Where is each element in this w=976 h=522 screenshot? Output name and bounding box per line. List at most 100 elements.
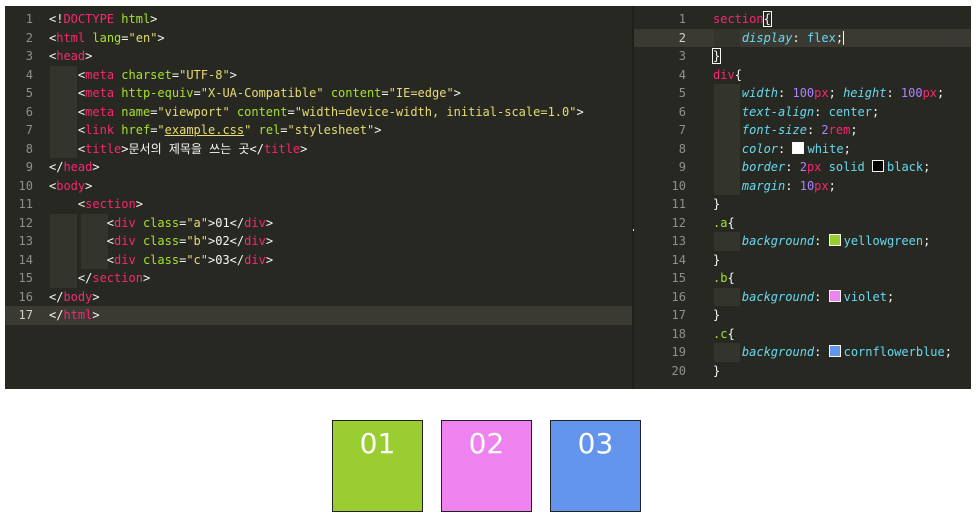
css-code-line-text[interactable]: .b{ xyxy=(713,269,735,288)
html-code-line-text[interactable]: <section> xyxy=(49,195,143,214)
css-code-line-text[interactable]: border: 2px solid black; xyxy=(713,158,930,177)
html-code-line-text[interactable]: <div class="b">02</div> xyxy=(49,232,273,251)
css-code-line[interactable]: 20} xyxy=(634,362,971,381)
line-number: 2 xyxy=(678,30,686,45)
css-code-line[interactable]: 6 text-align: center; xyxy=(634,102,971,122)
css-code-line[interactable]: 3} xyxy=(634,47,971,66)
html-code-line[interactable]: 6 <meta name="viewport" content="width=d… xyxy=(5,102,632,122)
preview-box-b-label: 02 xyxy=(468,427,505,460)
html-code-line[interactable]: 4 <meta charset="UTF-8"> xyxy=(5,65,632,85)
html-code-line-text[interactable]: <link href="example.css" rel="stylesheet… xyxy=(49,121,382,140)
html-code-line[interactable]: 12 <div class="a">01</div> xyxy=(5,213,632,233)
line-number: 3 xyxy=(25,49,33,63)
line-number: 11 xyxy=(671,197,686,211)
css-code-line-text[interactable]: } xyxy=(711,47,722,66)
html-code-line[interactable]: 5 <meta http-equiv="X-UA-Compatible" con… xyxy=(5,84,632,103)
css-code-line[interactable]: 15 .b{ xyxy=(634,269,971,288)
html-code-line[interactable]: 1 <!DOCTYPE html> xyxy=(5,10,632,29)
css-code-line-text[interactable]: text-align: center; xyxy=(713,103,879,122)
css-code-line[interactable]: 11} xyxy=(634,195,971,214)
css-code-line-text[interactable]: margin: 10px; xyxy=(713,177,836,196)
html-code-line-text[interactable]: <meta name="viewport" content="width=dev… xyxy=(49,103,584,122)
css-code-line-text[interactable]: .c{ xyxy=(713,325,735,344)
html-editor-pane[interactable]: 1 <!DOCTYPE html> 2 <html lang="en"> 3 <head>… xyxy=(5,6,632,389)
line-number: 16 xyxy=(18,289,33,304)
html-code-line-text[interactable]: </section> xyxy=(49,269,150,288)
html-code-line[interactable]: 2 <html lang="en"> xyxy=(5,29,632,48)
css-code-line[interactable]: 8 color: white; xyxy=(634,139,971,159)
line-number: 9 xyxy=(25,160,33,174)
html-code-line[interactable]: 7 <link href="example.css" rel="styleshe… xyxy=(5,121,632,140)
css-code-line-text[interactable]: font-size: 2rem; xyxy=(713,121,858,140)
preview-box-c: 03 xyxy=(550,420,641,512)
css-code-line[interactable]: 1 section{ xyxy=(634,10,971,29)
css-code-lines[interactable]: 1 section{2 display: flex; 3} 4 div{5 width:… xyxy=(634,10,971,380)
css-code-line[interactable]: 14} xyxy=(634,251,971,270)
line-number: 15 xyxy=(671,271,686,285)
html-code-line-text[interactable]: <html lang="en"> xyxy=(49,29,165,48)
line-number: 3 xyxy=(678,49,686,63)
css-code-line[interactable]: 18 .c{ xyxy=(634,325,971,344)
css-code-line-text[interactable]: width: 100px; height: 100px; xyxy=(713,84,944,103)
html-code-line[interactable]: 16 </body> xyxy=(5,288,632,307)
html-code-line-text[interactable]: <!DOCTYPE html> xyxy=(49,10,157,29)
css-code-line-text[interactable]: div{ xyxy=(713,66,742,85)
css-code-line[interactable]: 5 width: 100px; height: 100px; xyxy=(634,84,971,103)
css-code-line-text[interactable]: } xyxy=(713,362,720,381)
html-code-line-text[interactable]: <meta charset="UTF-8"> xyxy=(49,66,237,85)
html-code-line-text[interactable]: </head> xyxy=(49,158,100,177)
html-code-line-text[interactable]: <title>문서의 제목을 쓰는 곳</title> xyxy=(49,140,307,159)
html-code-line[interactable]: 3 <head> xyxy=(5,47,632,66)
html-code-lines[interactable]: 1 <!DOCTYPE html> 2 <html lang="en"> 3 <head>… xyxy=(5,10,632,325)
line-number: 10 xyxy=(18,178,33,193)
html-code-line[interactable]: 15 </section> xyxy=(5,269,632,288)
css-code-line[interactable]: 7 font-size: 2rem; xyxy=(634,121,971,140)
css-code-line-text[interactable]: .a{ xyxy=(713,214,735,233)
line-number: 12 xyxy=(671,215,686,230)
css-code-line-text[interactable]: color: white; xyxy=(713,140,851,159)
line-number: 14 xyxy=(671,252,686,267)
line-number: 17 xyxy=(18,308,33,322)
css-code-line[interactable]: 17} xyxy=(634,306,971,325)
html-code-line-text[interactable]: <div class="c">03</div> xyxy=(49,251,273,270)
css-code-line[interactable]: 9 border: 2px solid black; xyxy=(634,158,971,177)
html-code-line[interactable]: 10 <body> xyxy=(5,177,632,196)
css-code-line-text[interactable]: } xyxy=(713,251,720,270)
line-number: 1 xyxy=(25,12,33,26)
css-code-line-text[interactable]: section{ xyxy=(713,10,772,29)
html-code-line-text[interactable]: </html> xyxy=(49,306,100,325)
line-number: 8 xyxy=(25,141,33,156)
line-number: 4 xyxy=(678,67,686,82)
css-code-line[interactable]: 4 div{ xyxy=(634,66,971,85)
css-code-line[interactable]: 13 background: yellowgreen; xyxy=(634,232,971,251)
line-number: 15 xyxy=(18,271,33,285)
html-code-line[interactable]: 17 </html> xyxy=(5,306,632,325)
css-code-line[interactable]: 10 margin: 10px; xyxy=(634,176,971,196)
css-code-line-text[interactable]: background: yellowgreen; xyxy=(713,232,930,251)
html-code-line[interactable]: 8 <title>문서의 제목을 쓰는 곳</title> xyxy=(5,139,632,159)
html-code-line[interactable]: 13 <div class="b">02</div> xyxy=(5,232,632,251)
css-code-line-text[interactable]: background: violet; xyxy=(713,288,894,307)
css-code-line[interactable]: 19 background: cornflowerblue; xyxy=(634,343,971,362)
line-number: 10 xyxy=(671,178,686,193)
html-code-line-text[interactable]: </body> xyxy=(49,288,100,307)
html-code-line[interactable]: 9 </head> xyxy=(5,158,632,177)
css-editor-pane[interactable]: 1 section{2 display: flex; 3} 4 div{5 width:… xyxy=(634,6,971,389)
line-number: 14 xyxy=(18,252,33,267)
html-code-line[interactable]: 14 <div class="c">03</div> xyxy=(5,250,632,270)
html-code-line-text[interactable]: <div class="a">01</div> xyxy=(49,214,273,233)
html-code-line[interactable]: 11 <section> xyxy=(5,195,632,214)
css-code-line-text[interactable]: background: cornflowerblue; xyxy=(713,343,952,362)
css-code-line[interactable]: 12 .a{ xyxy=(634,214,971,233)
html-code-line-text[interactable]: <body> xyxy=(49,177,92,196)
line-number: 16 xyxy=(671,289,686,304)
preview-box-c-label: 03 xyxy=(577,427,614,460)
css-code-line-text[interactable]: } xyxy=(713,195,720,214)
html-code-line-text[interactable]: <meta http-equiv="X-UA-Compatible" conte… xyxy=(49,84,461,103)
css-code-line[interactable]: 2 display: flex; xyxy=(634,28,971,48)
css-code-line-text[interactable]: } xyxy=(713,306,720,325)
css-code-line-text[interactable]: display: flex; xyxy=(713,29,845,48)
css-code-line[interactable]: 16 background: violet; xyxy=(634,287,971,307)
preview-box-b: 02 xyxy=(441,420,532,512)
html-code-line-text[interactable]: <head> xyxy=(49,47,92,66)
